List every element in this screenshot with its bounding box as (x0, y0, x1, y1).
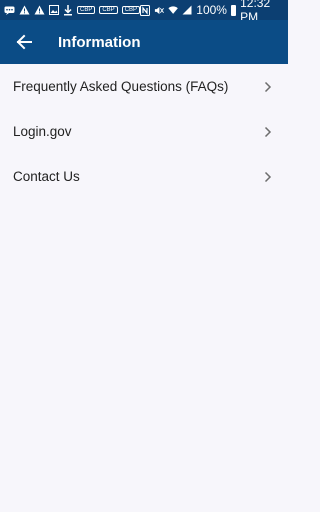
battery-percent: 100% (196, 3, 227, 17)
menu-item-contact-us[interactable]: Contact Us (0, 154, 288, 199)
back-arrow-icon (16, 34, 32, 50)
battery-icon (230, 4, 237, 16)
menu-item-label: Frequently Asked Questions (FAQs) (13, 79, 229, 94)
wifi-icon (168, 4, 178, 16)
back-button[interactable] (4, 20, 44, 64)
menu-item-login-gov[interactable]: Login.gov (0, 109, 288, 154)
menu-item-label: Contact Us (13, 169, 80, 184)
menu-item-faqs[interactable]: Frequently Asked Questions (FAQs) (0, 64, 288, 109)
download-icon (63, 4, 73, 16)
chevron-right-icon (264, 126, 274, 138)
page-title: Information (58, 33, 141, 51)
menu-item-label: Login.gov (13, 124, 72, 139)
image-icon (49, 4, 59, 16)
warning-icon (19, 4, 30, 16)
app-bar: Information (0, 20, 288, 64)
cbp-icon: CBP (77, 6, 96, 14)
chevron-right-icon (264, 81, 274, 93)
cbp-icon: CBP (99, 6, 118, 14)
chevron-right-icon (264, 171, 274, 183)
signal-icon (182, 4, 192, 16)
message-icon (4, 4, 15, 16)
nfc-icon (140, 4, 151, 16)
warning-icon (34, 4, 45, 16)
cbp-icon: CBP (121, 6, 141, 14)
information-menu: Frequently Asked Questions (FAQs) Login.… (0, 64, 288, 199)
mute-icon (154, 4, 164, 16)
status-bar: CBP CBP CBP 100% 12:32 PM (0, 0, 288, 24)
status-left: CBP CBP CBP (4, 4, 141, 16)
